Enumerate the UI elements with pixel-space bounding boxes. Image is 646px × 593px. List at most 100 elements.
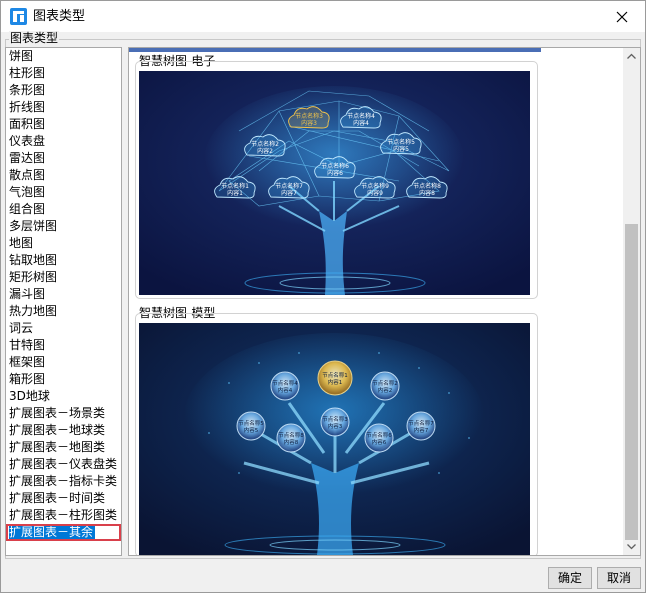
chart-type-label: 地图 (9, 236, 34, 250)
tree-node: 节点名称4内容4 (270, 371, 300, 401)
scroll-up-button[interactable] (623, 48, 640, 65)
tree-node: 节点名称1内容1 (317, 360, 353, 396)
chart-type-item[interactable]: 地图 (6, 235, 121, 252)
chart-type-item[interactable]: 雷达图 (6, 150, 121, 167)
chart-type-item[interactable]: 3D地球 (6, 388, 121, 405)
node-name: 节点名称1 (221, 182, 249, 190)
chart-type-label: 多层饼图 (9, 219, 58, 233)
cancel-button[interactable]: 取消 (597, 567, 641, 589)
node-content: 内容6 (327, 169, 343, 177)
node-content: 内容4 (353, 119, 369, 127)
chart-type-label: 扩展图表－地球类 (9, 423, 106, 437)
node-name: 节点名称7 (275, 182, 303, 190)
node-name: 节点名称5 (387, 138, 415, 146)
node-content: 内容2 (378, 386, 393, 394)
tree-node: 节点名称5内容5 (236, 411, 266, 441)
chart-type-label: 热力地图 (9, 304, 58, 318)
chart-type-item[interactable]: 扩展图表－地图类 (6, 439, 121, 456)
chart-type-item[interactable]: 词云 (6, 320, 121, 337)
chart-type-item[interactable]: 面积图 (6, 116, 121, 133)
chart-type-item[interactable]: 扩展图表－时间类 (6, 490, 121, 507)
chart-type-label: 词云 (9, 321, 34, 335)
node-content: 内容1 (227, 189, 243, 197)
chart-type-label: 漏斗图 (9, 287, 46, 301)
node-name: 节点名称4 (272, 379, 298, 387)
node-name: 节点名称4 (347, 112, 375, 120)
chart-type-label: 雷达图 (9, 151, 46, 165)
node-content: 内容3 (301, 119, 317, 127)
chart-type-item[interactable]: 条形图 (6, 82, 121, 99)
chart-type-label: 气泡图 (9, 185, 46, 199)
node-name: 节点名称2 (372, 379, 398, 387)
preview-scrollbar[interactable] (623, 48, 640, 555)
node-content: 内容1 (328, 378, 343, 386)
chart-type-label: 散点图 (9, 168, 46, 182)
chart-type-item[interactable]: 扩展图表－柱形图类 (6, 507, 121, 524)
chart-type-list[interactable]: 饼图柱形图 条形图折线图 面积图仪表盘雷达图散点图气泡图组合图 多层饼图地图钻取地图矩… (5, 47, 122, 556)
node-content: 内容3 (328, 422, 343, 430)
node-name: 节点名称3 (322, 415, 348, 423)
chart-type-item[interactable]: 散点图 (6, 167, 121, 184)
tree-node: 节点名称7内容7 (406, 411, 436, 441)
chart-type-item[interactable]: 扩展图表－地球类 (6, 422, 121, 439)
chart-type-label: 饼图 (9, 49, 34, 63)
chart-type-label: 甘特图 (9, 338, 46, 352)
node-content: 内容6 (372, 438, 387, 446)
chart-type-label: 框架图 (9, 355, 46, 369)
chart-type-item[interactable]: 甘特图 (6, 337, 121, 354)
node-name: 节点名称8 (278, 431, 304, 439)
preview-panel[interactable]: 智慧树图-电子 节点名称3 内容3 节点名称4 内容4 节点名称2 内容2 节点… (128, 47, 641, 556)
chevron-down-icon (627, 544, 636, 550)
chart-type-item[interactable]: 箱形图 (6, 371, 121, 388)
tree-node: 节点名称3内容3 (320, 407, 350, 437)
partial-preview-card (129, 48, 541, 52)
chart-type-item[interactable]: 折线图 (6, 99, 121, 116)
chart-type-label: 扩展图表－柱形图类 (9, 508, 118, 522)
node-name: 节点名称6 (321, 162, 349, 170)
node-content: 内容5 (244, 426, 259, 434)
node-name: 节点名称2 (251, 140, 279, 148)
chart-type-label: 面积图 (9, 117, 46, 131)
node-name: 节点名称1 (322, 371, 348, 379)
chart-type-item[interactable]: 组合图 (6, 201, 121, 218)
chart-type-item[interactable]: 扩展图表－仪表盘类 (6, 456, 121, 473)
scroll-down-button[interactable] (623, 538, 640, 555)
chart-type-item[interactable]: 热力地图 (6, 303, 121, 320)
chart-type-item[interactable]: 多层饼图 (6, 218, 121, 235)
preview-image-model-tree: 节点名称1内容1 节点名称4内容4 节点名称2内容2 节点名称5内容5 节点名称3内容3… (139, 323, 530, 555)
chart-type-item[interactable]: 漏斗图 (6, 286, 121, 303)
app-logo-icon (10, 8, 27, 25)
preview-image-electronic-tree: 节点名称3内容3 节点名称4内容4 节点名称2内容2 节点名称5内容5 节点名称6内容6… (139, 71, 530, 295)
node-name: 节点名称3 (295, 112, 323, 120)
chart-type-item[interactable]: 气泡图 (6, 184, 121, 201)
tree-node: 节点名称8内容8 (276, 423, 306, 453)
close-icon (616, 11, 628, 22)
chart-type-item[interactable]: 扩展图表－场景类 (6, 405, 121, 422)
chart-type-item[interactable]: 扩展图表－其余 (6, 524, 121, 541)
node-content: 内容5 (393, 145, 409, 153)
chart-type-label: 仪表盘 (9, 134, 46, 148)
ok-button[interactable]: 确定 (548, 567, 592, 589)
chart-type-item[interactable]: 柱形图 (6, 65, 121, 82)
node-content: 内容7 (414, 426, 429, 434)
chart-type-label: 扩展图表－地图类 (9, 440, 106, 454)
chart-type-item[interactable]: 扩展图表－指标卡类 (6, 473, 121, 490)
tree-node: 节点名称2内容2 (370, 371, 400, 401)
tree-node: 节点名称6内容6 (364, 423, 394, 453)
chart-type-label: 钻取地图 (9, 253, 58, 267)
chart-type-item[interactable]: 框架图 (6, 354, 121, 371)
chart-type-label: 3D地球 (9, 389, 50, 403)
close-button[interactable] (599, 1, 645, 32)
chart-type-item[interactable]: 矩形树图 (6, 269, 121, 286)
scroll-thumb[interactable] (625, 224, 638, 540)
chart-type-item[interactable]: 钻取地图 (6, 252, 121, 269)
title-bar: 图表类型 (1, 1, 645, 32)
chart-type-label: 矩形树图 (9, 270, 58, 284)
node-name: 节点名称6 (366, 431, 392, 439)
chart-type-label: 扩展图表－指标卡类 (9, 474, 118, 488)
node-name: 节点名称7 (408, 419, 434, 427)
node-name: 节点名称5 (238, 419, 264, 427)
chart-type-item[interactable]: 仪表盘 (6, 133, 121, 150)
chart-type-label: 条形图 (9, 83, 46, 97)
chart-type-item[interactable]: 饼图 (6, 48, 121, 65)
